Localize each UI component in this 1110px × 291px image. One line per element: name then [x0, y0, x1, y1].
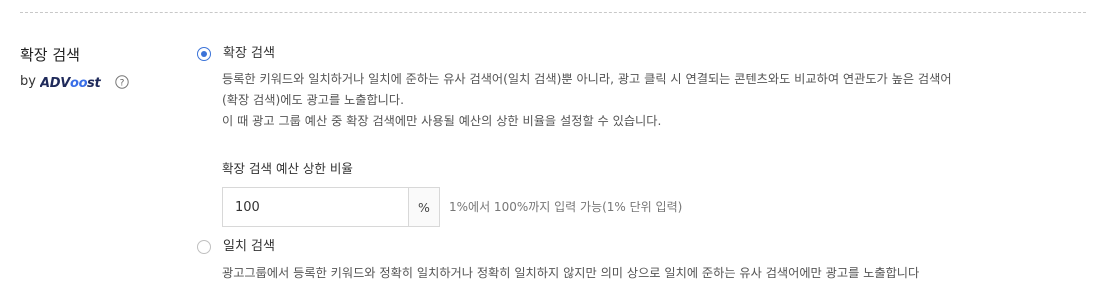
advoost-logo: ADV oo st	[40, 74, 108, 90]
description-line: 광고그룹에서 등록한 키워드와 정확히 일치하거나 정확히 일치하지 않지만 의…	[222, 266, 920, 280]
radio-checked-icon[interactable]	[197, 47, 211, 61]
option-expanded-search[interactable]: 확장 검색	[197, 44, 275, 64]
section-title: 확장 검색	[20, 46, 80, 64]
description-line: (확장 검색)에도 광고를 노출합니다.	[222, 93, 404, 107]
question-circle-icon[interactable]: ?	[115, 75, 129, 89]
section-divider	[20, 12, 1086, 13]
radio-label-expanded[interactable]: 확장 검색	[223, 44, 275, 64]
exact-search-description: 광고그룹에서 등록한 키워드와 정확히 일치하거나 정확히 일치하지 않지만 의…	[222, 263, 1092, 284]
option-exact-search[interactable]: 일치 검색	[197, 237, 275, 257]
budget-ratio-input-group: %	[222, 187, 440, 227]
radio-row-expanded[interactable]: 확장 검색	[197, 44, 275, 64]
budget-ratio-hint: 1%에서 100%까지 입력 가능(1% 단위 입력)	[449, 200, 683, 214]
svg-text:oo: oo	[70, 76, 88, 90]
radio-label-exact[interactable]: 일치 검색	[223, 237, 275, 257]
budget-ratio-label: 확장 검색 예산 상한 비율	[222, 161, 353, 176]
description-line: 등록한 키워드와 일치하거나 일치에 준하는 유사 검색어(일치 검색)뿐 아니…	[222, 72, 952, 86]
brand-row: by ADV oo st ?	[20, 73, 129, 91]
svg-text:ADV: ADV	[40, 76, 71, 90]
radio-unchecked-icon[interactable]	[197, 240, 211, 254]
radio-row-exact[interactable]: 일치 검색	[197, 237, 275, 257]
svg-text:st: st	[87, 76, 101, 90]
expanded-search-description: 등록한 키워드와 일치하거나 일치에 준하는 유사 검색어(일치 검색)뿐 아니…	[222, 69, 1092, 132]
percent-unit: %	[408, 187, 440, 227]
budget-ratio-input[interactable]	[222, 187, 408, 227]
description-line: 이 때 광고 그룹 예산 중 확장 검색에만 사용될 예산의 상한 비율을 설정…	[222, 114, 662, 128]
svg-text:?: ?	[120, 79, 125, 89]
brand-by-prefix: by	[20, 74, 36, 89]
section-header: 확장 검색 by ADV oo st ?	[20, 44, 129, 91]
